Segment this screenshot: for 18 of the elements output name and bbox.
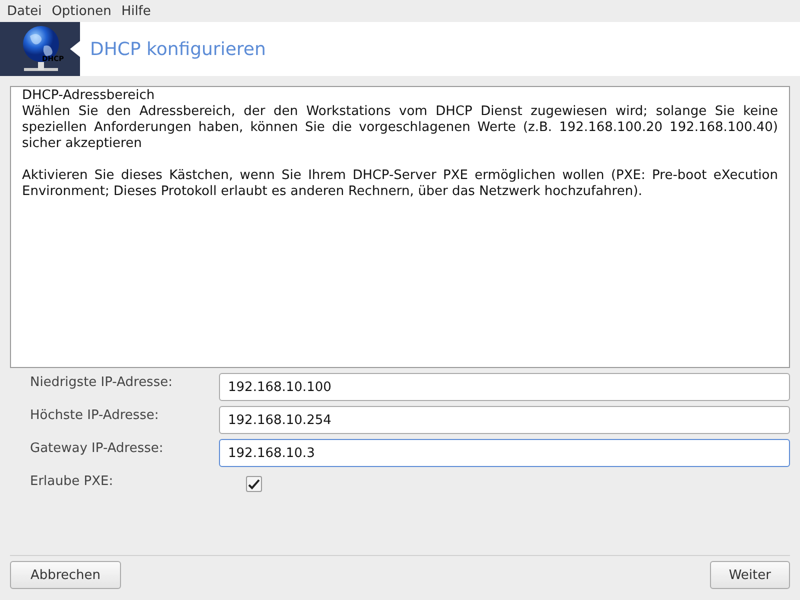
pointer-notch	[70, 41, 80, 57]
menu-item[interactable]: Optionen	[46, 4, 116, 18]
pxe-checkbox[interactable]	[246, 476, 262, 492]
field-label: Niedrigste IP-Adresse:	[30, 374, 174, 392]
ip-address-field[interactable]: 192.168.10.3	[219, 439, 790, 467]
section-heading: DHCP-Adressbereich	[22, 88, 156, 104]
cancel-button[interactable]: Abbrechen	[10, 561, 121, 589]
next-button[interactable]: Weiter	[710, 561, 790, 589]
page-title: DHCP konfigurieren	[90, 38, 266, 60]
field-label: Erlaube PXE:	[30, 473, 114, 491]
menu-item[interactable]: Datei	[2, 4, 47, 18]
ip-address-field[interactable]: 192.168.10.254	[219, 406, 790, 434]
description-text: Aktivieren Sie dieses Kästchen, wenn Sie Ihrem DHCP-Server PXE ermöglichen wollen (PXE: Pre-boot eXecution Environment; Dieses Protokoll erlaubt es anderen Rechnern, über das Netzwerk hochzufahren).	[22, 168, 778, 200]
field-label: Gateway IP-Adresse:	[30, 440, 164, 458]
description-text: Wählen Sie den Adressbereich, der den Workstations vom DHCP Dienst zugewiesen wird; solange Sie keine speziellen Anforderungen haben, können Sie die vorgeschlagenen Werte (z.B. 192.168.100.20 192.168.100.40) sicher akzeptieren	[22, 104, 778, 152]
ip-address-field[interactable]: 192.168.10.100	[219, 373, 790, 401]
field-label: Höchste IP-Adresse:	[30, 407, 160, 425]
menu-item[interactable]: Hilfe	[116, 4, 156, 18]
